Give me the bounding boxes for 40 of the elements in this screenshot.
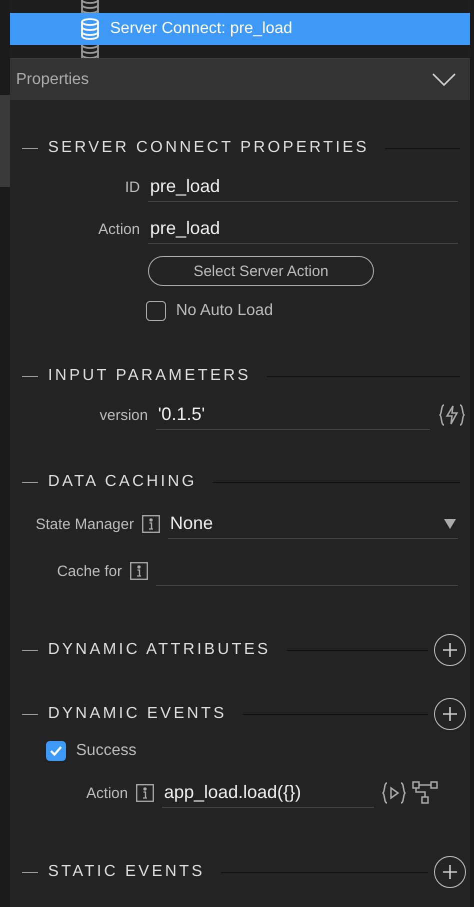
section-heading: DYNAMIC ATTRIBUTES <box>48 641 271 659</box>
plus-icon <box>442 642 458 658</box>
section-heading: DYNAMIC EVENTS <box>48 705 227 723</box>
checkbox-label: No Auto Load <box>176 302 273 320</box>
database-icon <box>80 18 100 40</box>
field-label: ID <box>124 178 140 196</box>
info-icon <box>130 562 148 580</box>
section-heading: STATIC EVENTS <box>48 863 205 881</box>
properties-header[interactable]: Properties <box>10 58 470 100</box>
text-field[interactable]: '0.1.5' <box>156 400 430 430</box>
plus-icon <box>442 706 458 722</box>
text-field[interactable]: app_load.load({}) <box>162 778 374 808</box>
plus-icon <box>442 864 458 880</box>
check-icon <box>50 746 62 756</box>
field-label: State Manager <box>36 516 134 532</box>
flow-icon[interactable] <box>412 781 438 805</box>
section-heading: DATA CACHING <box>48 473 197 491</box>
add-button[interactable] <box>434 634 466 666</box>
info-icon <box>136 784 154 802</box>
select-action-button[interactable]: Select Server Action <box>148 256 374 286</box>
section-heading: INPUT PARAMETERS <box>48 367 251 385</box>
info-icon <box>142 515 160 533</box>
checkbox[interactable] <box>46 741 66 761</box>
action-picker-icon[interactable] <box>382 781 406 805</box>
field-label: Action <box>86 784 128 802</box>
field-label: Cache for <box>56 562 122 580</box>
select-field[interactable]: None <box>168 509 458 539</box>
field-label: version <box>98 406 148 424</box>
dynamic-data-icon[interactable] <box>438 403 466 427</box>
section-heading: SERVER CONNECT PROPERTIES <box>48 139 370 157</box>
text-field[interactable]: pre_load <box>148 214 458 244</box>
add-button[interactable] <box>434 856 466 888</box>
dropdown-caret-icon <box>444 518 456 528</box>
add-button[interactable] <box>434 698 466 730</box>
checkbox-label: Success <box>76 742 136 760</box>
text-field[interactable]: pre_load <box>148 172 458 202</box>
chevron-icon[interactable] <box>432 72 456 86</box>
checkbox[interactable] <box>146 301 166 321</box>
panel-title: Properties <box>16 70 89 88</box>
field-label: Action <box>97 220 140 238</box>
